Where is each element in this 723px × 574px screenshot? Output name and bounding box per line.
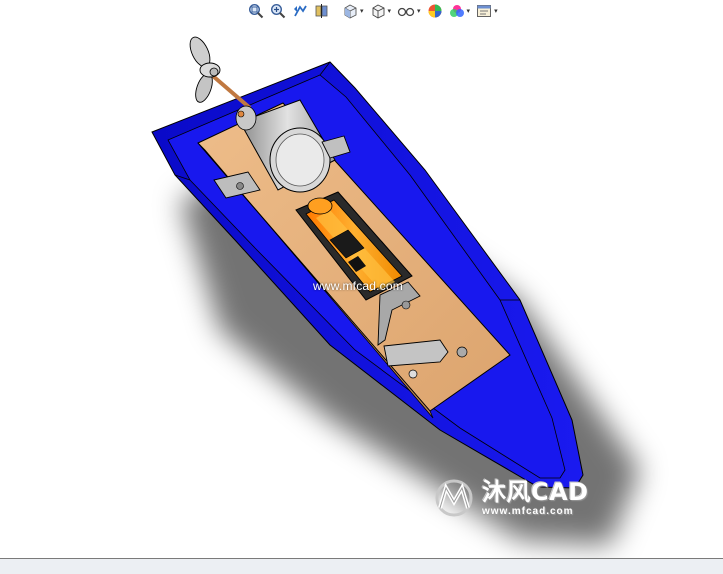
screw [236, 182, 244, 190]
logo-title: 沐风CAD [482, 477, 589, 506]
screw [401, 300, 411, 310]
logo-url: www.mfcad.com [482, 505, 574, 517]
mfcad-logo-icon [435, 479, 473, 517]
screw [456, 346, 468, 358]
mfcad-logo: 沐风CAD www.mfcad.com [432, 478, 589, 518]
screw [408, 369, 418, 379]
propeller [189, 36, 221, 103]
watermark-text: www.mfcad.com [313, 279, 403, 293]
status-bar [0, 558, 723, 574]
graphics-area[interactable]: ▾ ▾ ▾ ▾ ▾ www.mfcad.com 沐风CAD www.mfcad.… [0, 0, 723, 558]
